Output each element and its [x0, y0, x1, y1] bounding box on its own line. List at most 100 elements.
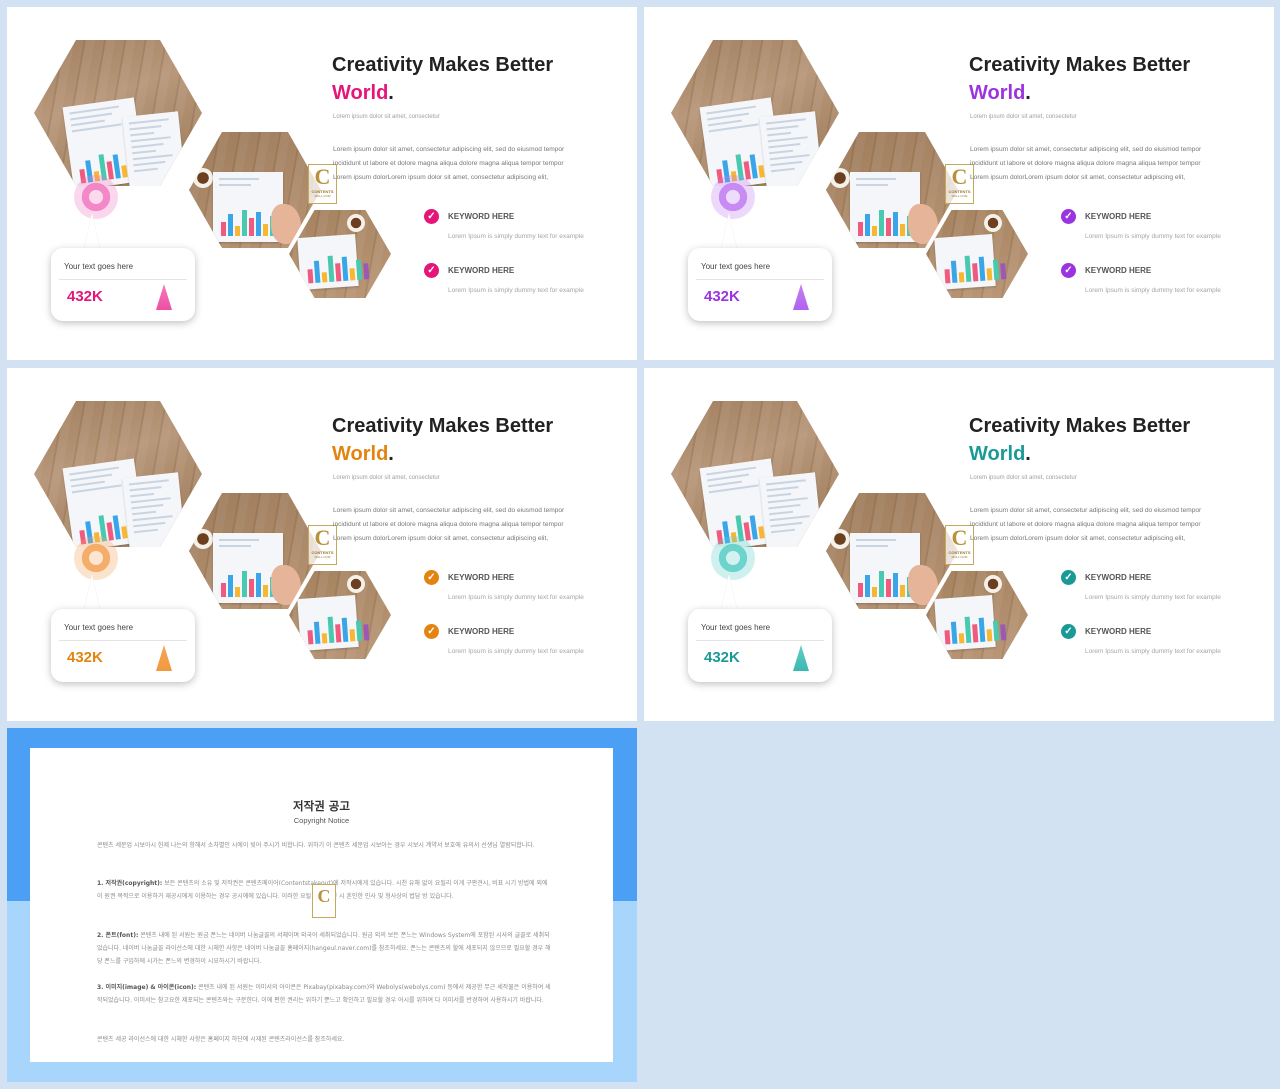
photo-text-line — [770, 167, 795, 173]
photo-document — [297, 595, 370, 651]
photo-chart-bar — [106, 161, 114, 180]
keyword-item: ✓ KEYWORD HERE Lorem Ipsum is simply dummy… — [1061, 209, 1221, 253]
keyword-description: Lorem Ipsum is simply dummy text for exa… — [448, 648, 584, 655]
photo-chart-bar — [1000, 263, 1007, 280]
photo-document — [122, 472, 186, 547]
check-circle-icon: ✓ — [1061, 570, 1076, 585]
photo-chart-bar — [221, 583, 226, 597]
photo-chart-bar — [307, 269, 314, 284]
stat-card-divider — [696, 279, 824, 280]
photo-chart-bar — [872, 226, 877, 236]
photo-chart-bar — [950, 621, 958, 644]
check-circle-icon: ✓ — [424, 624, 439, 639]
photo-chart-bar — [872, 587, 877, 597]
photo-text-line — [770, 521, 803, 528]
stat-card: Your text goes here 432K — [688, 609, 832, 682]
hexagon-photo-small — [926, 571, 1028, 659]
photo-hand — [908, 565, 938, 605]
hexagon-photo-medium — [189, 493, 321, 609]
photo-text-line — [856, 539, 896, 541]
photo-text-line — [856, 184, 888, 186]
photo-chart-bar — [858, 222, 863, 236]
photo-text-line — [767, 131, 792, 137]
keyword-title: KEYWORD HERE — [1085, 212, 1152, 221]
stat-card-value: 432K — [704, 649, 740, 666]
keyword-title: KEYWORD HERE — [448, 266, 515, 275]
hexagon-photo-large — [671, 40, 839, 186]
photo-chart-bar — [879, 571, 884, 597]
photo-chart-bar — [349, 629, 356, 642]
stat-card-value: 432K — [704, 288, 740, 305]
hexagon-photo-medium — [826, 493, 958, 609]
photo-chart-bar — [263, 585, 268, 597]
photo-chart-bar — [886, 218, 891, 236]
photo-hand — [271, 204, 301, 244]
photo-text-line — [130, 131, 155, 137]
keyword-description: Lorem Ipsum is simply dummy text for exa… — [1085, 594, 1221, 601]
photo-hand — [908, 204, 938, 244]
photo-text-line — [769, 515, 810, 522]
photo-coffee-cup — [347, 575, 365, 593]
photo-chart-bar — [249, 579, 254, 597]
photo-text-line — [70, 473, 112, 482]
photo-chart-bar — [978, 617, 986, 642]
photo-chart-bar — [256, 212, 261, 236]
photo-chart-bar — [341, 617, 349, 642]
keyword-item: ✓ KEYWORD HERE Lorem Ipsum is simply dummy… — [424, 209, 584, 253]
photo-text-line — [766, 486, 799, 492]
slide-title: Creativity Makes Better — [332, 54, 554, 76]
photo-text-line — [130, 136, 171, 143]
stat-card: Your text goes here 432K — [51, 248, 195, 321]
notice-paragraph-license: 콘텐츠 세공 라이선스에 대한 시체한 사항은 홈페이지 하단에 시재된 콘텐츠… — [97, 1036, 345, 1043]
photo-chart-bar — [228, 214, 233, 236]
stat-card-value: 432K — [67, 649, 103, 666]
photo-chart-bar — [242, 210, 247, 236]
photo-chart-bar — [972, 624, 979, 643]
slide-2: C CONTENTS MALL.COM Your text goes here 432K… — [644, 7, 1274, 360]
photo-chart-bar — [313, 621, 321, 644]
photo-text-line — [219, 184, 251, 186]
photo-chart-bar — [958, 633, 965, 644]
photo-chart-bar — [743, 161, 751, 180]
photo-text-line — [128, 479, 169, 486]
photo-chart-bar — [335, 624, 342, 643]
photo-document — [759, 472, 823, 547]
photo-document — [297, 234, 370, 290]
slide-body-text: Lorem ipsum dolor sit amet, consectetur … — [333, 146, 565, 181]
photo-chart-bar — [858, 583, 863, 597]
photo-chart-bar — [950, 260, 958, 283]
photo-text-line — [765, 479, 806, 486]
photo-text-line — [856, 545, 888, 547]
keyword-title: KEYWORD HERE — [448, 573, 515, 582]
photo-coffee-cup — [193, 529, 213, 549]
photo-chart-bar — [335, 263, 342, 282]
keyword-item: ✓ KEYWORD HERE Lorem Ipsum is simply dummy… — [1061, 624, 1221, 668]
photo-text-line — [768, 142, 801, 149]
keyword-description: Lorem Ipsum is simply dummy text for exa… — [448, 594, 584, 601]
photo-text-line — [129, 125, 162, 131]
hexagon-photo-medium — [189, 132, 321, 248]
photo-chart-bar — [313, 260, 321, 283]
photo-chart-bar — [879, 210, 884, 236]
keyword-title: KEYWORD HERE — [448, 627, 515, 636]
photo-text-line — [219, 539, 259, 541]
photo-text-line — [707, 473, 749, 482]
photo-chart-bar — [327, 255, 335, 282]
photo-chart-bar — [743, 522, 751, 541]
callout-pointer — [84, 574, 100, 610]
hexagon-photo-medium — [826, 132, 958, 248]
stat-card-label: Your text goes here — [701, 262, 771, 271]
photo-text-line — [770, 160, 803, 167]
photo-coffee-cup — [830, 168, 850, 188]
slide-body-text: Lorem ipsum dolor sit amet, consectetur … — [970, 146, 1202, 181]
photo-chart-bar — [228, 575, 233, 597]
photo-chart-bar — [112, 515, 121, 540]
triangle-up-icon — [156, 284, 172, 310]
slide-3: C CONTENTS MALL.COM Your text goes here 432K… — [7, 368, 637, 721]
photo-chart-bar — [235, 587, 240, 597]
keyword-title: KEYWORD HERE — [1085, 573, 1152, 582]
photo-chart-bar — [944, 630, 951, 645]
photo-document — [934, 234, 1007, 290]
photo-chart-bar — [986, 629, 993, 642]
copyright-notice-page: 저작권 공고 Copyright Notice 콘텐츠 세문업 시보아시 헌제 … — [30, 748, 613, 1062]
